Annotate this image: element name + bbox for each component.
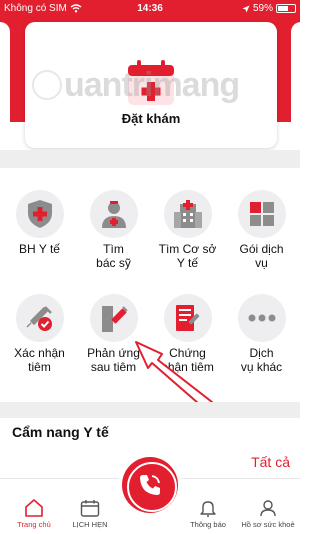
nav-home[interactable]: Trang chủ (4, 499, 64, 529)
watermark: uantrimang (32, 65, 272, 105)
nav-notifications[interactable]: Thông báo (178, 499, 238, 529)
booking-label: Đặt khám (121, 111, 181, 126)
icon-circle (237, 294, 286, 342)
calendar-icon (80, 500, 100, 517)
icon-circle (163, 294, 212, 342)
service-label: BH Y tế (19, 242, 60, 256)
see-all-link[interactable]: Tất cả (251, 454, 290, 470)
section-divider (0, 150, 300, 168)
service-label: Xác nhận tiêm (14, 346, 65, 374)
nav-schedule[interactable]: LỊCH HẸN (60, 499, 120, 529)
doctor-icon (101, 201, 126, 228)
vaccine-certificate-icon (175, 305, 199, 331)
watermark-text: uantrimang (64, 65, 240, 104)
icon-circle (89, 190, 138, 238)
syringe-check-icon (25, 306, 52, 331)
phone-icon (140, 475, 160, 495)
section-divider (0, 402, 300, 418)
shield-cross-icon (27, 200, 52, 228)
service-label: Gói dịch vụ (239, 242, 284, 270)
service-label: Chứng nhận tiêm (161, 346, 214, 374)
grid-package-icon (249, 202, 274, 226)
service-goi-dich-vu[interactable]: Gói dịch vụ (224, 190, 299, 270)
status-right: 59% (242, 3, 296, 14)
nav-label: Thông báo (190, 520, 226, 529)
home-icon (25, 499, 43, 517)
bottom-navigation: Trang chủ LỊCH HẸN Thông báo Hồ sơ sức k… (0, 457, 300, 534)
battery-icon (276, 4, 296, 13)
user-icon (260, 500, 276, 517)
status-bar: Không có SIM 14:36 59% (0, 0, 300, 18)
service-label: Dịch vụ khác (240, 346, 283, 374)
nav-profile[interactable]: Hồ sơ sức khoẻ (238, 499, 298, 529)
icon-circle (15, 294, 64, 342)
service-bh-y-te[interactable]: BH Y tế (2, 190, 77, 256)
bell-icon (200, 501, 216, 517)
section-title: Cẩm nang Y tế (12, 424, 109, 440)
call-button[interactable] (122, 457, 178, 513)
service-chung-nhan-tiem[interactable]: Chứng nhận tiêm (150, 294, 225, 374)
service-label: Phản ứng sau tiêm (87, 346, 140, 374)
watermark-logo-icon (32, 70, 62, 100)
service-tim-bac-sy[interactable]: Tìm bác sỹ (76, 190, 151, 270)
more-dots-icon (248, 314, 275, 322)
services-grid: BH Y tế Tìm bác sỹ Tìm Cơ sở Y tế Gói dị… (0, 168, 300, 402)
syringe-reaction-icon (101, 306, 128, 332)
hospital-icon (173, 200, 202, 228)
service-tim-co-so-y-te[interactable]: Tìm Cơ sở Y tế (150, 190, 225, 270)
icon-circle (237, 190, 286, 238)
carousel-card-next[interactable] (291, 22, 311, 146)
service-xac-nhan-tiem[interactable]: Xác nhận tiêm (2, 294, 77, 374)
location-icon (242, 5, 250, 12)
service-dich-vu-khac[interactable]: Dịch vụ khác (224, 294, 299, 374)
service-label: Tìm bác sỹ (96, 242, 131, 270)
service-label: Tìm Cơ sở Y tế (158, 242, 217, 270)
service-phan-ung-sau-tiem[interactable]: Phản ứng sau tiêm (76, 294, 151, 374)
carousel-card-prev[interactable] (0, 22, 10, 146)
icon-circle (15, 190, 64, 238)
nav-label: Hồ sơ sức khoẻ (241, 520, 295, 529)
battery-percent: 59% (252, 3, 273, 14)
nav-label: LỊCH HẸN (72, 520, 108, 529)
icon-circle (89, 294, 138, 342)
icon-circle (163, 190, 212, 238)
nav-label: Trang chủ (17, 520, 51, 529)
